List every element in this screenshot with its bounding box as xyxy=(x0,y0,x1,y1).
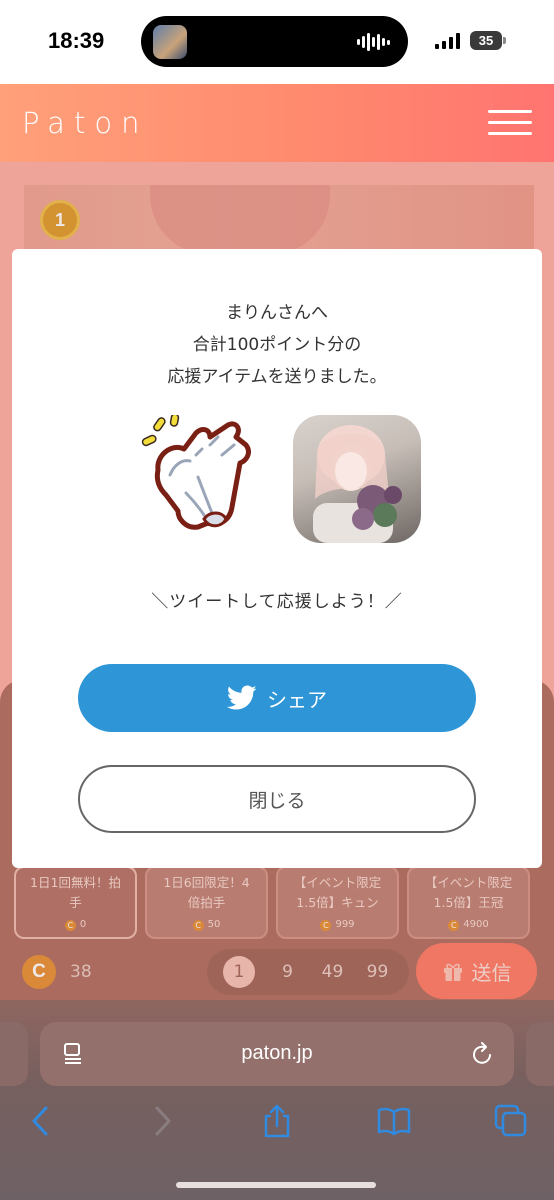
reload-icon[interactable] xyxy=(472,1042,494,1066)
cellular-signal-icon xyxy=(435,33,460,49)
previous-tab-peek[interactable] xyxy=(0,1022,28,1086)
forward-icon[interactable] xyxy=(145,1104,179,1138)
modal-message: まりんさんへ 合計100ポイント分の 応援アイテムを送りました。 xyxy=(12,297,542,393)
bookmarks-icon[interactable] xyxy=(377,1104,411,1138)
battery-icon: 35 xyxy=(470,31,502,50)
message-sent: 応援アイテムを送りました。 xyxy=(167,367,387,387)
clapping-hands-icon xyxy=(141,415,251,530)
recipient-avatar xyxy=(293,415,421,543)
tweet-prompt: ＼ツイートして応援しよう！／ xyxy=(151,592,403,612)
message-points: 合計100ポイント分の xyxy=(192,335,362,355)
status-bar: 18:39 35 xyxy=(0,0,554,84)
close-button[interactable]: 閉じる xyxy=(78,765,476,833)
support-sent-modal: まりんさんへ 合計100ポイント分の 応援アイテムを送りました。 ＼ツイートして… xyxy=(12,249,542,868)
dynamic-island[interactable] xyxy=(141,16,408,67)
url-text: paton.jp xyxy=(241,1042,313,1064)
back-icon[interactable] xyxy=(24,1104,58,1138)
share-label: シェア xyxy=(267,687,327,712)
hamburger-menu-button[interactable] xyxy=(488,110,532,136)
twitter-bird-icon xyxy=(227,685,257,710)
battery-tip xyxy=(503,37,506,44)
audio-waveform-icon xyxy=(357,32,390,52)
next-tab-peek[interactable] xyxy=(526,1022,554,1086)
message-recipient: まりんさんへ xyxy=(226,303,328,323)
browser-nav-bar xyxy=(0,1100,554,1144)
home-indicator[interactable] xyxy=(176,1182,376,1188)
clock: 18:39 xyxy=(48,28,105,53)
app-header: Paton xyxy=(0,84,554,162)
tabs-icon[interactable] xyxy=(494,1104,528,1138)
now-playing-artwork xyxy=(153,25,187,59)
twitter-share-button[interactable]: シェア xyxy=(78,664,476,732)
avatar-photo xyxy=(313,425,402,543)
share-icon[interactable] xyxy=(260,1104,294,1138)
paton-logo[interactable]: Paton xyxy=(22,106,148,140)
address-bar[interactable]: paton.jp xyxy=(40,1022,514,1086)
